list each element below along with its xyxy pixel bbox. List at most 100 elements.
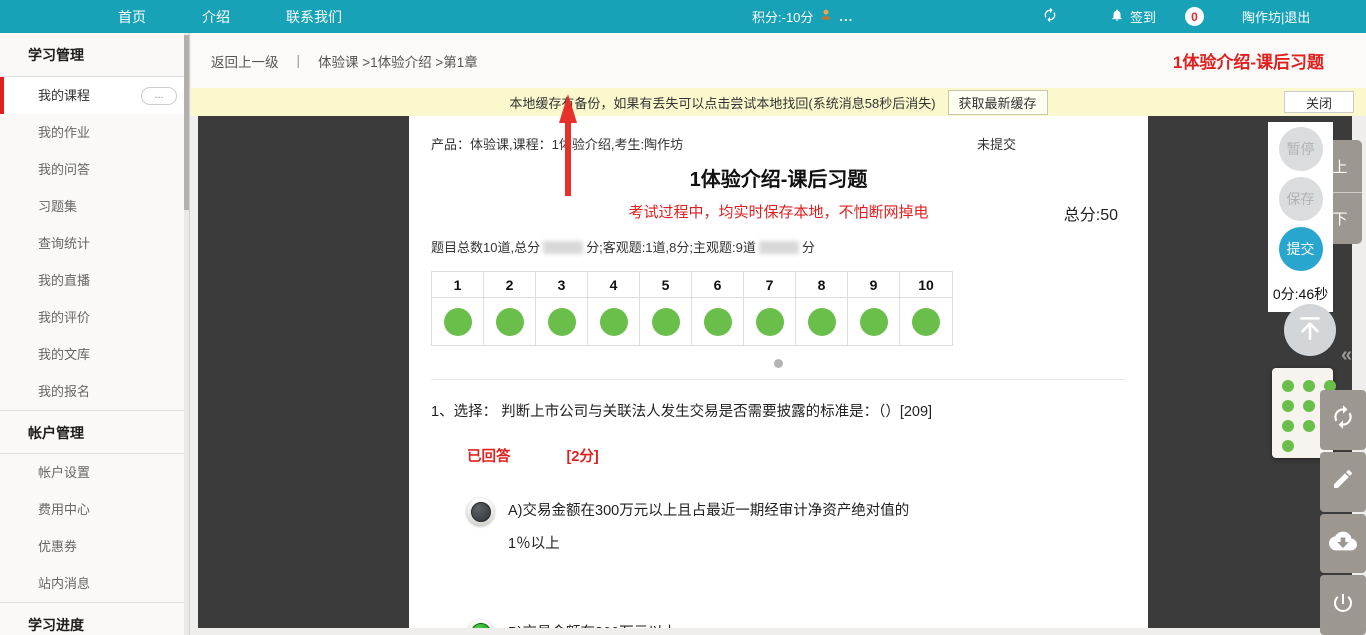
question-number-cell[interactable]: 7 (744, 272, 796, 298)
sidebar-item-label: 查询统计 (38, 236, 90, 251)
question-status-cell[interactable] (796, 298, 848, 345)
toolbar-power-button[interactable] (1320, 575, 1366, 635)
points-display: 积分:-10分 ... (752, 0, 853, 33)
toolbar-edit-button[interactable] (1320, 452, 1366, 512)
sidebar-item[interactable]: 习题集 (0, 188, 189, 225)
sidebar-item-label: 我的问答 (38, 162, 90, 177)
sidebar-item[interactable]: 帐户设置 (0, 454, 189, 491)
sidebar-item-label: 费用中心 (38, 502, 90, 517)
answered-dot (860, 308, 888, 336)
option-b[interactable]: B)交易金额在300万元以上 (431, 620, 1126, 629)
sidebar-item[interactable]: 我的报名 (0, 373, 189, 410)
question-status-cell[interactable] (692, 298, 744, 345)
mini-answered-dot (1303, 380, 1315, 392)
question-status-cell[interactable] (744, 298, 796, 345)
question-number-cell[interactable]: 10 (900, 272, 952, 298)
option-a-line1: A)交易金额在300万元以上且占最近一期经审计净资产绝对值的 (508, 501, 909, 523)
sidebar-item[interactable]: 我的直播 (0, 262, 189, 299)
answered-dot (548, 308, 576, 336)
sidebar-item-label: 我的报名 (38, 384, 90, 399)
sidebar-item[interactable]: 站内消息 (0, 565, 189, 602)
question-status-cell[interactable] (848, 298, 900, 345)
question-number-cell[interactable]: 3 (536, 272, 588, 298)
notification-badge[interactable]: 0 (1185, 0, 1204, 33)
question-number-cell[interactable]: 6 (692, 272, 744, 298)
option-b-radio[interactable] (467, 620, 494, 629)
nav-item-2[interactable]: 联系我们 (286, 7, 342, 27)
sidebar-sections: 学习管理我的课程...我的作业我的问答习题集查询统计我的直播我的评价我的文库我的… (0, 33, 189, 635)
mini-answered-dot (1282, 400, 1294, 412)
question-status-cell[interactable] (536, 298, 588, 345)
option-a-line2: 1％以上 (508, 534, 909, 556)
points-more[interactable]: ... (839, 9, 853, 24)
option-a[interactable]: A)交易金额在300万元以上且占最近一期经审计净资产绝对值的 1％以上 (431, 498, 1126, 556)
refresh-icon (1330, 404, 1356, 435)
question-number-cell[interactable]: 2 (484, 272, 536, 298)
question-number-cell[interactable]: 1 (432, 272, 484, 298)
autosave-warning: 考试过程中，均实时保存本地，不怕断网掉电 (628, 204, 928, 221)
back-to-top-button[interactable] (1284, 304, 1336, 356)
sidebar-item[interactable]: 费用中心 (0, 491, 189, 528)
refresh-icon (1042, 7, 1058, 26)
answered-dot (912, 308, 940, 336)
sidebar: 学习管理我的课程...我的作业我的问答习题集查询统计我的直播我的评价我的文库我的… (0, 33, 190, 635)
question-number-cell[interactable]: 9 (848, 272, 900, 298)
question-number-cell[interactable]: 8 (796, 272, 848, 298)
sidebar-item[interactable]: 我的作业 (0, 114, 189, 151)
collapse-panel-button[interactable]: « (1341, 344, 1352, 367)
exam-backdrop: 产品：体验课,课程：1体验介绍,考生:陶作坊 未提交 1体验介绍-课后习题 考试… (198, 116, 1352, 628)
total-score: 总分:50 (1064, 201, 1118, 225)
sidebar-more-button[interactable]: ... (141, 87, 177, 105)
sidebar-item[interactable]: 优惠券 (0, 528, 189, 565)
sidebar-scrollbar[interactable] (184, 33, 189, 635)
close-notice-button[interactable]: 关闭 (1284, 91, 1354, 113)
topbar-refresh-button[interactable] (1042, 0, 1058, 33)
nav-item-0[interactable]: 首页 (118, 7, 146, 27)
sidebar-item-label: 我的文库 (38, 347, 90, 362)
toolbar-refresh-button[interactable] (1320, 390, 1366, 450)
submit-button[interactable]: 提交 (1279, 227, 1323, 271)
sidebar-item-label: 我的评价 (38, 310, 90, 325)
sidebar-item[interactable]: 查询统计 (0, 225, 189, 262)
signin-label: 签到 (1130, 7, 1156, 26)
exam-timer: 0分:46秒 (1273, 284, 1328, 304)
pagination-dot[interactable] (774, 359, 783, 368)
sidebar-item[interactable]: 我的课程... (0, 77, 189, 114)
power-icon (1331, 591, 1355, 620)
sidebar-item-label: 我的课程 (38, 88, 90, 103)
question-dot-row (432, 298, 952, 345)
question-status-cell[interactable] (640, 298, 692, 345)
nav-item-1[interactable]: 介绍 (202, 7, 230, 27)
breadcrumb: 返回上一级 | 体验课 >1体验介绍 >第1章 1体验介绍-课后习题 (191, 33, 1366, 88)
signin-button[interactable]: 签到 (1110, 0, 1156, 33)
question-number-cell[interactable]: 4 (588, 272, 640, 298)
question-number-cell[interactable]: 5 (640, 272, 692, 298)
get-latest-cache-button[interactable]: 获取最新缓存 (948, 90, 1048, 115)
answered-dot (704, 308, 732, 336)
question-text: 1、选择： 判断上市公司与关联法人发生交易是否需要披露的标准是：（）[209] (431, 400, 1126, 421)
toolbar-download-button[interactable] (1320, 514, 1366, 574)
back-link[interactable]: 返回上一级 (211, 51, 279, 71)
question-status-cell[interactable] (432, 298, 484, 345)
radio-dark-dot (471, 502, 491, 522)
submit-status: 未提交 (977, 134, 1016, 153)
pause-button[interactable]: 暂停 (1279, 127, 1323, 171)
option-a-radio[interactable] (467, 498, 494, 525)
answered-dot (444, 308, 472, 336)
sidebar-item[interactable]: 我的文库 (0, 336, 189, 373)
breadcrumb-path[interactable]: 体验课 >1体验介绍 >第1章 (318, 51, 478, 71)
question-status-cell[interactable] (588, 298, 640, 345)
sidebar-section-header: 学习管理 (0, 33, 189, 77)
sidebar-item-label: 我的作业 (38, 125, 90, 140)
user-logout-link[interactable]: 陶作坊|退出 (1242, 0, 1310, 33)
right-toolbar (1320, 390, 1366, 635)
question-status-cell[interactable] (900, 298, 952, 345)
sidebar-item[interactable]: 我的问答 (0, 151, 189, 188)
radio-selected-dot (471, 623, 491, 628)
topbar: 首页 介绍 联系我们 积分:-10分 ... 签到 0 陶作坊|退出 (0, 0, 1366, 33)
question-status-cell[interactable] (484, 298, 536, 345)
sidebar-scrollbar-thumb[interactable] (184, 35, 189, 210)
sidebar-item[interactable]: 我的评价 (0, 299, 189, 336)
save-button[interactable]: 保存 (1279, 177, 1323, 221)
pencil-icon (1331, 467, 1355, 496)
